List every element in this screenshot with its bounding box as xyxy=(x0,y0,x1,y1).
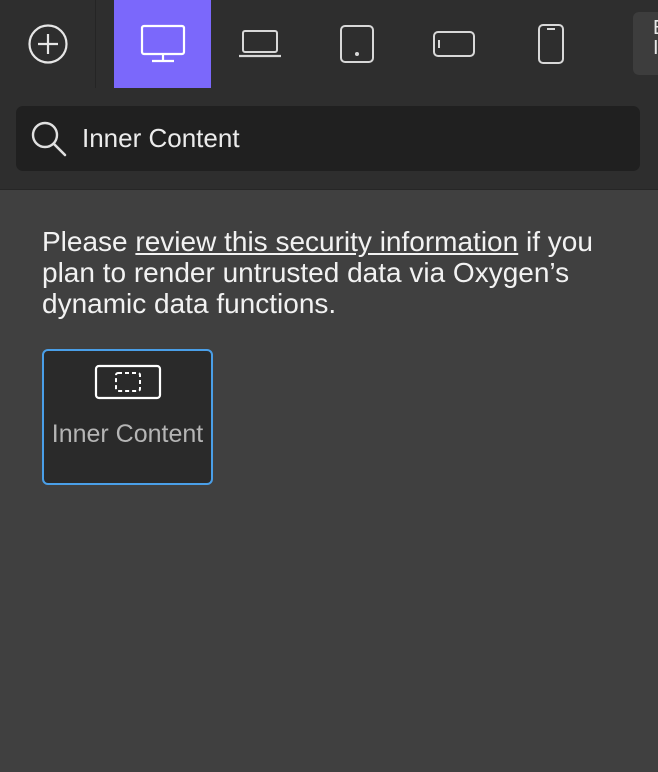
device-desktop-button[interactable] xyxy=(114,0,211,88)
elements-panel: E I Please review this security informat… xyxy=(0,0,658,772)
phone-portrait-icon xyxy=(537,24,564,64)
device-phone-landscape-button[interactable] xyxy=(405,0,502,88)
top-toolbar: E I xyxy=(0,0,658,190)
notice-prefix: Please xyxy=(42,226,136,257)
inner-content-icon xyxy=(94,364,162,400)
toolbar-divider xyxy=(95,0,96,88)
laptop-icon xyxy=(238,30,281,58)
search-input[interactable] xyxy=(82,123,602,154)
overflow-tab-label: E I xyxy=(653,18,658,59)
device-phone-portrait-button[interactable] xyxy=(502,0,599,88)
search-icon xyxy=(31,121,67,156)
device-laptop-button[interactable] xyxy=(211,0,308,88)
inner-content-element-card[interactable]: Inner Content xyxy=(42,349,213,485)
security-info-link[interactable]: review this security information xyxy=(135,226,518,257)
device-tablet-button[interactable] xyxy=(308,0,405,88)
security-notice: Please review this security information … xyxy=(42,226,622,319)
tablet-portrait-icon xyxy=(339,25,374,63)
search-bar xyxy=(16,106,640,171)
plus-circle-icon xyxy=(27,24,68,64)
add-element-button[interactable] xyxy=(0,0,95,88)
desktop-monitor-icon xyxy=(140,24,185,63)
overflow-tab-button[interactable]: E I xyxy=(633,12,658,75)
element-card-label: Inner Content xyxy=(51,420,204,448)
phone-landscape-icon xyxy=(432,31,475,57)
